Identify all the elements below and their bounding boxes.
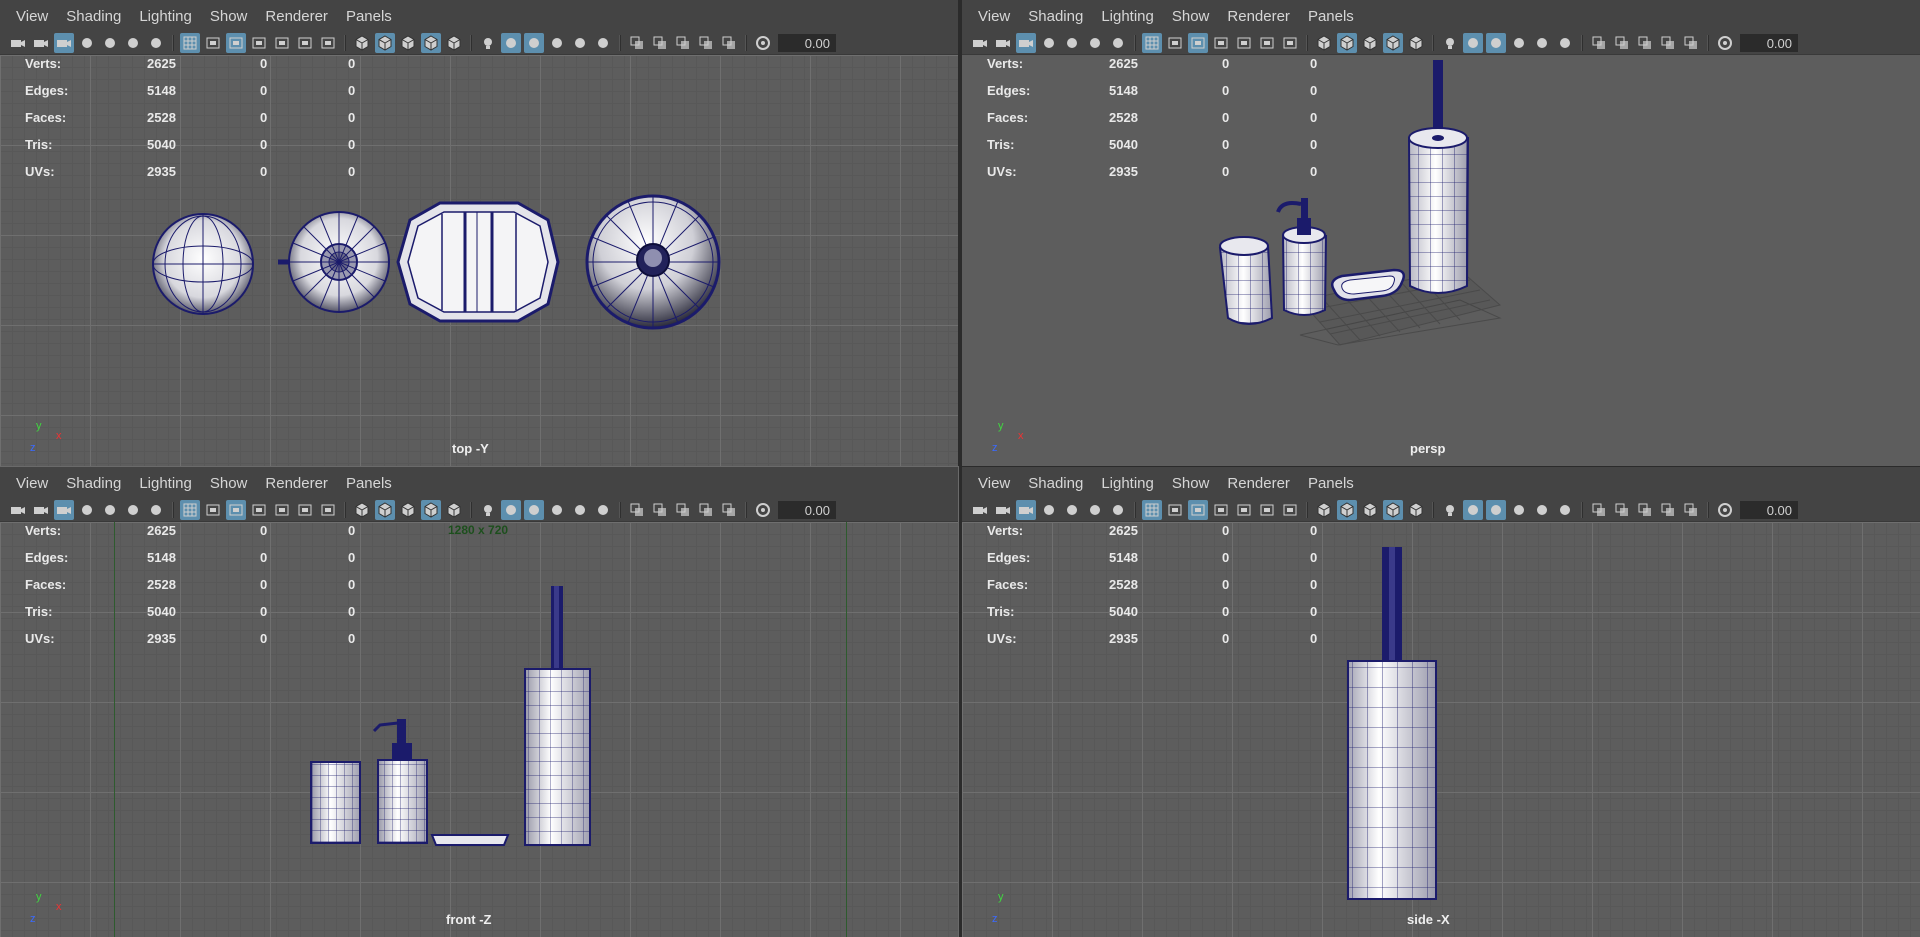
axis-label: y [36, 891, 42, 903]
axis-indicator: y x z [30, 420, 70, 456]
brush-holder-side-mesh[interactable] [1347, 547, 1437, 900]
axis-indicator: y x z [30, 891, 70, 927]
axis-label: z [30, 442, 36, 454]
viewport-front[interactable]: View Shading Lighting Show Renderer Pane… [0, 466, 959, 937]
axis-label: y [998, 420, 1004, 432]
brush-holder-persp-mesh[interactable] [1407, 60, 1470, 294]
axis-label: y [998, 891, 1004, 903]
cup-front-mesh[interactable] [310, 761, 361, 844]
dispenser-persp-mesh[interactable] [1276, 198, 1328, 316]
camera-name-label: front -Z [446, 912, 492, 927]
axis-label: x [56, 901, 62, 913]
axis-indicator: y x z [992, 420, 1032, 456]
cup-top-mesh[interactable] [152, 213, 254, 315]
viewport-top[interactable]: View Shading Lighting Show Renderer Pane… [0, 0, 958, 466]
axis-label: y [36, 420, 42, 432]
axis-label: z [992, 913, 998, 925]
camera-name-label: persp [1410, 441, 1446, 456]
viewport-persp[interactable]: View Shading Lighting Show Renderer Pane… [962, 0, 1920, 466]
axis-label: z [992, 442, 998, 454]
axis-label: x [1018, 430, 1024, 442]
soap-dish-top-mesh[interactable] [396, 201, 560, 323]
top-view-scene [152, 194, 721, 330]
axis-label: x [56, 430, 62, 442]
cup-persp-mesh[interactable] [1218, 236, 1274, 325]
axis-indicator: y z [992, 891, 1032, 927]
dispenser-front-mesh[interactable] [372, 719, 428, 844]
camera-name-label: top -Y [452, 441, 489, 456]
axis-label: z [30, 913, 36, 925]
persp-view-scene [1218, 60, 1502, 346]
viewport-side[interactable]: View Shading Lighting Show Renderer Pane… [962, 467, 1920, 937]
brush-holder-top-mesh[interactable] [585, 194, 721, 330]
front-view-scene [310, 586, 591, 846]
camera-name-label: side -X [1407, 912, 1450, 927]
side-view-scene [1347, 547, 1437, 900]
soap-dish-front-mesh[interactable] [430, 834, 510, 846]
viewport-grid: View Shading Lighting Show Renderer Pane… [0, 0, 1920, 937]
brush-holder-front-mesh[interactable] [524, 586, 591, 846]
dispenser-top-mesh[interactable] [278, 211, 390, 313]
